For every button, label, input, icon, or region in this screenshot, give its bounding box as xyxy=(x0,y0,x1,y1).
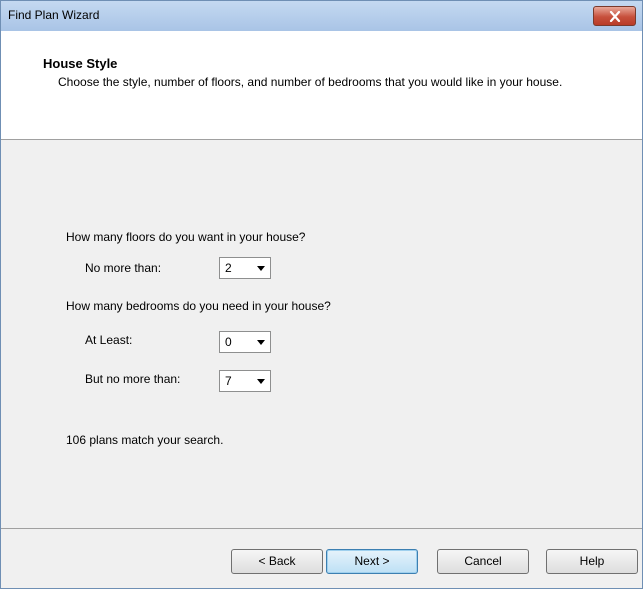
wizard-header: House Style Choose the style, number of … xyxy=(1,31,642,140)
help-button[interactable]: Help xyxy=(546,549,638,574)
bedrooms-min-value: 0 xyxy=(225,335,232,349)
title-bar[interactable]: Find Plan Wizard xyxy=(1,1,642,31)
floors-max-value: 2 xyxy=(225,261,232,275)
match-count-status: 106 plans match your search. xyxy=(66,433,224,447)
floors-max-label: No more than: xyxy=(85,261,162,275)
close-button[interactable] xyxy=(593,6,636,26)
bedrooms-question: How many bedrooms do you need in your ho… xyxy=(66,299,331,313)
wizard-window: Find Plan Wizard House Style Choose the … xyxy=(0,0,643,589)
wizard-content: How many floors do you want in your hous… xyxy=(1,140,642,527)
close-icon xyxy=(609,11,621,22)
chevron-down-icon xyxy=(257,340,265,345)
page-description: Choose the style, number of floors, and … xyxy=(58,75,563,89)
bedrooms-min-dropdown[interactable]: 0 xyxy=(219,331,271,353)
chevron-down-icon xyxy=(257,379,265,384)
footer-divider xyxy=(1,528,642,529)
bedrooms-max-value: 7 xyxy=(225,374,232,388)
window-title: Find Plan Wizard xyxy=(8,8,100,22)
floors-max-dropdown[interactable]: 2 xyxy=(219,257,271,279)
floors-question: How many floors do you want in your hous… xyxy=(66,230,306,244)
cancel-button[interactable]: Cancel xyxy=(437,549,529,574)
bedrooms-min-label: At Least: xyxy=(85,333,133,347)
bedrooms-max-label: But no more than: xyxy=(85,372,181,386)
back-button[interactable]: < Back xyxy=(231,549,323,574)
next-button[interactable]: Next > xyxy=(326,549,418,574)
page-title: House Style xyxy=(43,56,118,71)
bedrooms-max-dropdown[interactable]: 7 xyxy=(219,370,271,392)
chevron-down-icon xyxy=(257,266,265,271)
